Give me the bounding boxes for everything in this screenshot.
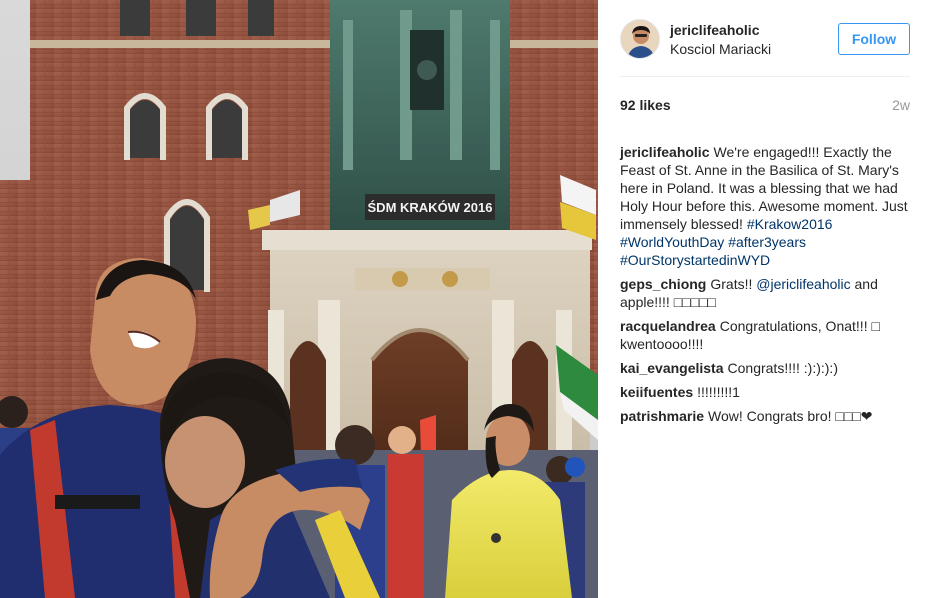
comment-text: Wow! Congrats bro! □□□❤ [708, 408, 873, 424]
hashtag-link[interactable]: #WorldYouthDay [620, 234, 724, 250]
comment-text: Congrats!!!! :):):):) [727, 360, 838, 376]
hashtag-link[interactable]: #Krakow2016 [747, 216, 833, 232]
post-header: jericlifeaholic Kosciol Mariacki Follow [620, 0, 910, 76]
post-owner-info: jericlifeaholic Kosciol Mariacki [670, 21, 838, 58]
post-view: ŚDM KRAKÓW 2016 jericlifeaholic Kosciol … [0, 0, 932, 598]
hashtag-link[interactable]: #OurStorystartedinWYD [620, 252, 770, 268]
likes-count[interactable]: 92 likes [620, 97, 671, 113]
comment-text: Grats!! [710, 276, 757, 292]
post-owner-username[interactable]: jericlifeaholic [670, 21, 838, 39]
comment-text: !!!!!!!!!1 [697, 384, 740, 400]
follow-button[interactable]: Follow [838, 23, 910, 55]
comment-username[interactable]: racquelandrea [620, 318, 716, 334]
caption-username[interactable]: jericlifeaholic [620, 144, 709, 160]
avatar[interactable] [620, 19, 660, 59]
post-sidebar: jericlifeaholic Kosciol Mariacki Follow … [598, 0, 932, 598]
photo-sign-text: ŚDM KRAKÓW 2016 [368, 200, 493, 215]
hashtag-link[interactable]: #after3years [728, 234, 806, 250]
comment-mention[interactable]: @jericlifeaholic [756, 276, 850, 292]
avatar-image [621, 20, 659, 58]
post-location[interactable]: Kosciol Mariacki [670, 40, 838, 58]
comment-item: racquelandrea Congratulations, Onat!!! □ … [620, 317, 910, 353]
comment-username[interactable]: geps_chiong [620, 276, 706, 292]
comment-item: keiifuentes !!!!!!!!!1 [620, 383, 910, 401]
comment-username[interactable]: patrishmarie [620, 408, 704, 424]
caption: jericlifeaholic We're engaged!!! Exactly … [620, 143, 910, 269]
comments-list: jericlifeaholic We're engaged!!! Exactly … [620, 133, 910, 425]
comment-item: geps_chiong Grats!! @jericlifeaholic and … [620, 275, 910, 311]
post-stats: 92 likes 2w [620, 77, 910, 133]
comment-username[interactable]: keiifuentes [620, 384, 693, 400]
post-photo[interactable]: ŚDM KRAKÓW 2016 [0, 0, 598, 598]
comment-username[interactable]: kai_evangelista [620, 360, 724, 376]
comment-item: patrishmarie Wow! Congrats bro! □□□❤ [620, 407, 910, 425]
post-age[interactable]: 2w [892, 97, 910, 113]
post-photo-image: ŚDM KRAKÓW 2016 [0, 0, 598, 598]
comment-item: kai_evangelista Congrats!!!! :):):):) [620, 359, 910, 377]
